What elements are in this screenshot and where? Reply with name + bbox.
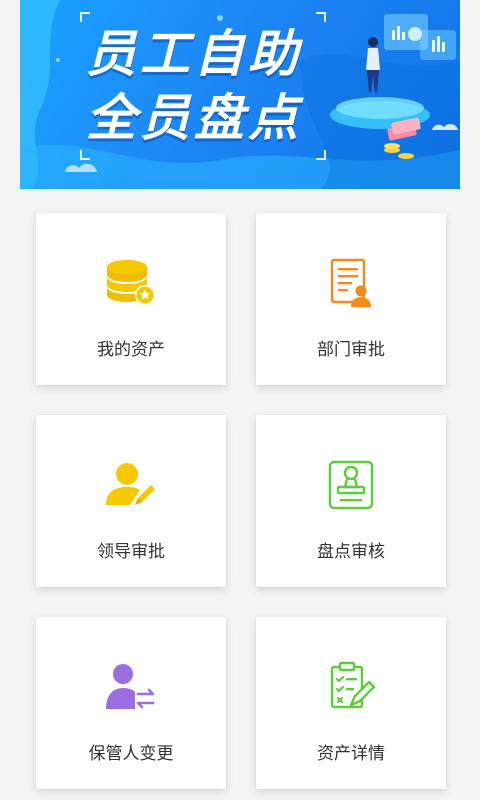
person-transfer-icon	[106, 664, 155, 709]
menu-item-my-assets[interactable]: 我的资产	[36, 213, 226, 385]
menu-item-label: 部门审批	[317, 340, 385, 360]
menu-item-inventory-review[interactable]: 盘点审核	[256, 415, 446, 587]
menu-item-label: 我的资产	[97, 340, 165, 360]
document-person-icon	[330, 258, 371, 307]
stamp-icon	[328, 460, 374, 510]
menu-item-label: 资产详情	[317, 744, 385, 764]
menu-item-leader-approval[interactable]: 领导审批	[36, 415, 226, 587]
menu-item-asset-details[interactable]: 资产详情	[256, 617, 446, 789]
banner-title-line2: 全员盘点	[86, 89, 302, 147]
menu-item-label: 盘点审核	[317, 542, 385, 562]
menu-item-label: 领导审批	[97, 542, 165, 562]
banner-title-line1: 员工自助	[86, 25, 302, 83]
dashboard-illustration	[330, 14, 458, 159]
menu-item-label: 保管人变更	[88, 744, 174, 764]
header-banner: 员工自助 全员盘点	[20, 0, 460, 189]
coins-stack-icon	[107, 260, 155, 305]
menu-item-custodian-change[interactable]: 保管人变更	[36, 617, 226, 789]
menu-item-department-approval[interactable]: 部门审批	[256, 213, 446, 385]
frame-corner	[80, 12, 90, 22]
person-edit-icon	[106, 463, 155, 505]
checklist-clipboard-icon	[330, 661, 376, 709]
frame-corner	[80, 150, 90, 160]
